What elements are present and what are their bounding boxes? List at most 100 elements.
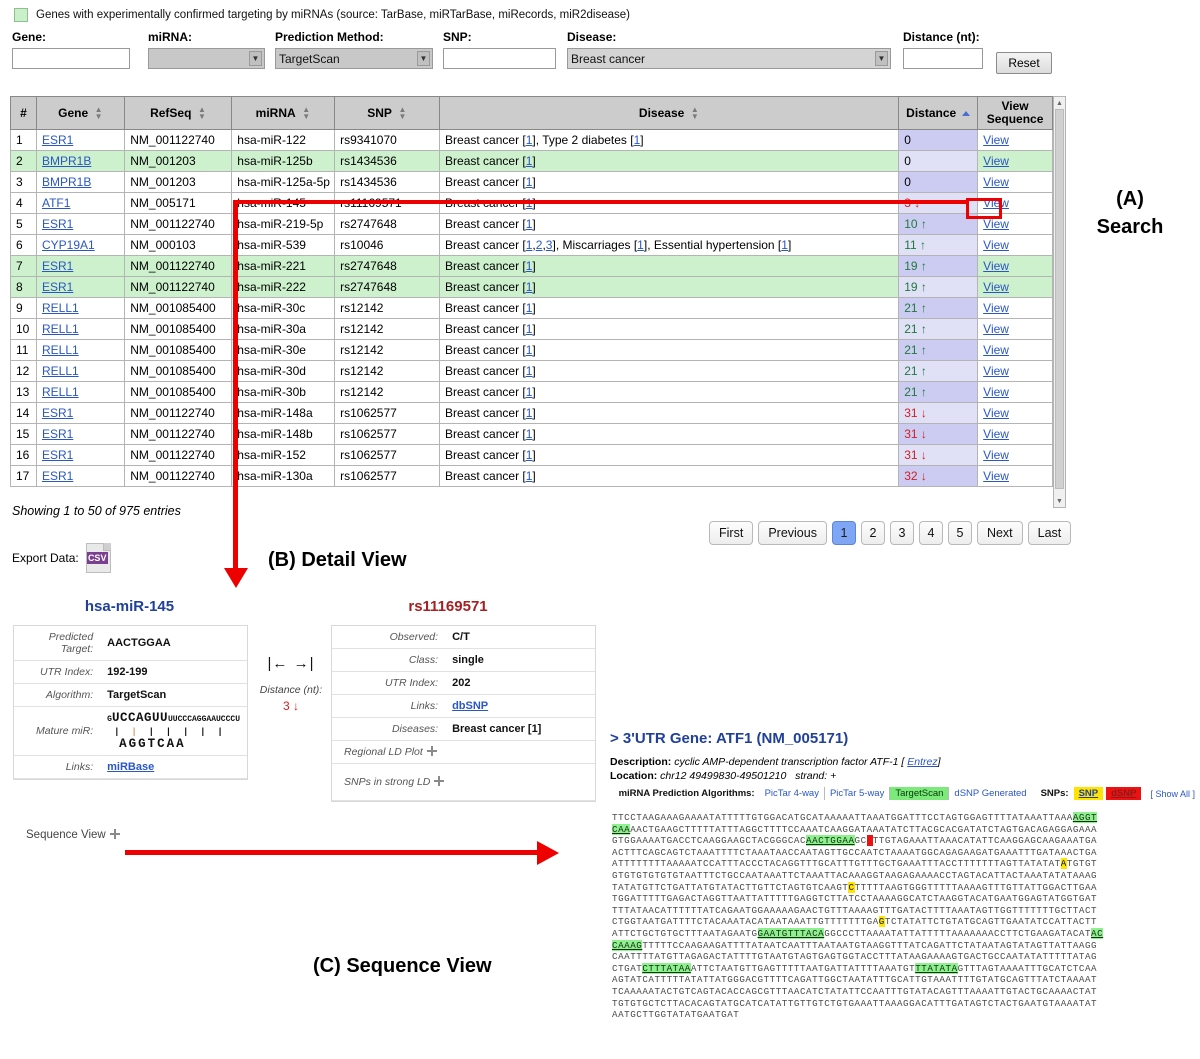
mirbase-link[interactable]: miRBase [107, 761, 154, 773]
view-sequence-link[interactable]: View [983, 154, 1009, 168]
disease-select[interactable]: Breast cancer ▼ [567, 48, 891, 69]
page-button-4[interactable]: 4 [918, 521, 943, 545]
page-last-button[interactable]: Last [1027, 521, 1072, 545]
view-sequence-link[interactable]: View [983, 427, 1009, 441]
mirna-select[interactable]: ▼ [148, 48, 265, 69]
table-row[interactable]: 14 ESR1 NM_001122740 hsa-miR-148a rs1062577 B… [10, 402, 1053, 424]
view-sequence-link[interactable]: View [983, 364, 1009, 378]
gene-input[interactable] [12, 48, 130, 69]
table-row[interactable]: 6 CYP19A1 NM_000103 hsa-miR-539 rs10046 Breas… [10, 234, 1053, 256]
table-row[interactable]: 9 RELL1 NM_001085400 hsa-miR-30c rs12142 Brea… [10, 297, 1053, 319]
distance-input[interactable] [903, 48, 983, 69]
page-button-3[interactable]: 3 [889, 521, 914, 545]
table-row[interactable]: 17 ESR1 NM_001122740 hsa-miR-130a rs1062577 B… [10, 465, 1053, 487]
sequence-target-highlight[interactable]: AC [1091, 927, 1104, 939]
snp-chip[interactable]: SNP [1073, 787, 1104, 800]
gene-link[interactable]: RELL1 [42, 301, 79, 315]
gene-link[interactable]: ESR1 [42, 469, 73, 483]
view-sequence-link[interactable]: View [983, 280, 1009, 294]
gene-link[interactable]: ESR1 [42, 259, 73, 273]
view-sequence-link[interactable]: View [983, 322, 1009, 336]
view-sequence-link[interactable]: View [983, 301, 1009, 315]
col-disease[interactable]: Disease ▲ ▼ [439, 96, 900, 130]
gene-link[interactable]: BMPR1B [42, 175, 91, 189]
prediction-method-select[interactable]: TargetScan ▼ [275, 48, 433, 69]
sequence-target-highlight[interactable]: AACTGGAA [806, 835, 855, 847]
page-button-5[interactable]: 5 [947, 521, 972, 545]
gene-link[interactable]: BMPR1B [42, 154, 91, 168]
table-row[interactable]: 2 BMPR1B NM_001203 hsa-miR-125b rs1434536 Bre… [10, 150, 1053, 172]
algo-chip-pictar-4way[interactable]: PicTar 4-way [760, 787, 825, 800]
col-gene[interactable]: Gene ▲ ▼ [35, 96, 126, 130]
table-row[interactable]: 3 BMPR1B NM_001203 hsa-miR-125a-5p rs1434536… [10, 171, 1053, 193]
gene-link[interactable]: RELL1 [42, 322, 79, 336]
algo-chip-targetscan[interactable]: TargetScan [890, 787, 950, 800]
show-all-link[interactable]: [ Show All ] [1150, 789, 1195, 799]
page-previous-button[interactable]: Previous [758, 521, 827, 545]
view-sequence-link[interactable]: View [983, 343, 1009, 357]
dbsnp-link[interactable]: dbSNP [452, 700, 488, 712]
sequence-target-highlight[interactable]: GAATGTTTACA [757, 927, 825, 939]
snp-input[interactable] [443, 48, 556, 69]
view-sequence-link[interactable]: View [983, 448, 1009, 462]
gene-link[interactable]: ESR1 [42, 280, 73, 294]
table-row[interactable]: 1 ESR1 NM_001122740 hsa-miR-122 rs9341070 Bre… [10, 129, 1053, 151]
scroll-down-icon[interactable]: ▼ [1054, 495, 1065, 507]
table-row[interactable]: 15 ESR1 NM_001122740 hsa-miR-148b rs1062577 B… [10, 423, 1053, 445]
algo-chip-dsnp-generated[interactable]: dSNP Generated [949, 787, 1031, 800]
table-row[interactable]: 13 RELL1 NM_001085400 hsa-miR-30b rs12142 Bre… [10, 381, 1053, 403]
gene-link[interactable]: ESR1 [42, 427, 73, 441]
gene-link[interactable]: RELL1 [42, 343, 79, 357]
sequence-target-highlight[interactable]: AGGT [1072, 812, 1098, 823]
view-sequence-link[interactable]: View [983, 406, 1009, 420]
gene-link[interactable]: RELL1 [42, 385, 79, 399]
algo-chip-pictar-5way[interactable]: PicTar 5-way [825, 787, 891, 800]
snps-strong-ld-row[interactable]: SNPs in strong LD [332, 763, 595, 801]
col-refseq[interactable]: RefSeq ▲ ▼ [124, 96, 233, 130]
view-sequence-link[interactable]: View [983, 175, 1009, 189]
sequence-view-toggle[interactable]: Sequence View [26, 829, 120, 841]
table-row[interactable]: 10 RELL1 NM_001085400 hsa-miR-30a rs12142 Bre… [10, 318, 1053, 340]
sequence-target-highlight[interactable]: CAA [612, 823, 631, 835]
col-mirna[interactable]: miRNA ▲ ▼ [231, 96, 336, 130]
gene-link[interactable]: ESR1 [42, 217, 73, 231]
scroll-up-icon[interactable]: ▲ [1054, 97, 1065, 109]
view-sequence-link[interactable]: View [983, 259, 1009, 273]
view-sequence-link[interactable]: View [983, 238, 1009, 252]
table-row[interactable]: 8 ESR1 NM_001122740 hsa-miR-222 rs2747648 Bre… [10, 276, 1053, 298]
entrez-link[interactable]: Entrez [907, 756, 937, 768]
page-next-button[interactable]: Next [976, 521, 1023, 545]
table-row[interactable]: 11 RELL1 NM_001085400 hsa-miR-30e rs12142 Bre… [10, 339, 1053, 361]
col-distance[interactable]: Distance [898, 96, 979, 130]
csv-icon[interactable]: CSV [85, 543, 111, 573]
expand-plus-icon[interactable] [426, 746, 437, 756]
col-snp[interactable]: SNP ▲ ▼ [334, 96, 441, 130]
view-sequence-link[interactable]: View [983, 217, 1009, 231]
gene-link[interactable]: RELL1 [42, 364, 79, 378]
gene-link[interactable]: ATF1 [42, 196, 70, 210]
table-row[interactable]: 5 ESR1 NM_001122740 hsa-miR-219-5p rs2747648… [10, 213, 1053, 235]
sequence-target-highlight[interactable]: CAAAG [612, 939, 643, 951]
view-sequence-link[interactable]: View [983, 469, 1009, 483]
gene-link[interactable]: ESR1 [42, 448, 73, 462]
expand-plus-icon[interactable] [434, 776, 445, 786]
gene-link[interactable]: ESR1 [42, 406, 73, 420]
col-view-sequence[interactable]: View Sequence [977, 96, 1053, 130]
page-button-2[interactable]: 2 [860, 521, 885, 545]
sequence-target-highlight[interactable]: CTTTATAA [642, 962, 691, 974]
view-sequence-link[interactable]: View [983, 133, 1009, 147]
regional-ld-row[interactable]: Regional LD Plot [332, 740, 595, 764]
sequence-target-highlight[interactable]: TTATATA [915, 962, 958, 974]
col-index[interactable]: # [10, 96, 37, 130]
dsnp-chip[interactable]: dSNP [1106, 787, 1142, 800]
page-button-1[interactable]: 1 [831, 521, 856, 545]
table-scrollbar[interactable]: ▲ ▼ [1053, 96, 1066, 508]
expand-plus-icon[interactable] [109, 829, 120, 839]
gene-link[interactable]: ESR1 [42, 133, 73, 147]
scrollbar-thumb[interactable] [1055, 109, 1064, 489]
table-row[interactable]: 12 RELL1 NM_001085400 hsa-miR-30d rs12142 Bre… [10, 360, 1053, 382]
reset-button[interactable]: Reset [996, 52, 1052, 74]
table-row[interactable]: 7 ESR1 NM_001122740 hsa-miR-221 rs2747648 Bre… [10, 255, 1053, 277]
gene-link[interactable]: CYP19A1 [42, 238, 95, 252]
table-row[interactable]: 16 ESR1 NM_001122740 hsa-miR-152 rs1062577 Br… [10, 444, 1053, 466]
